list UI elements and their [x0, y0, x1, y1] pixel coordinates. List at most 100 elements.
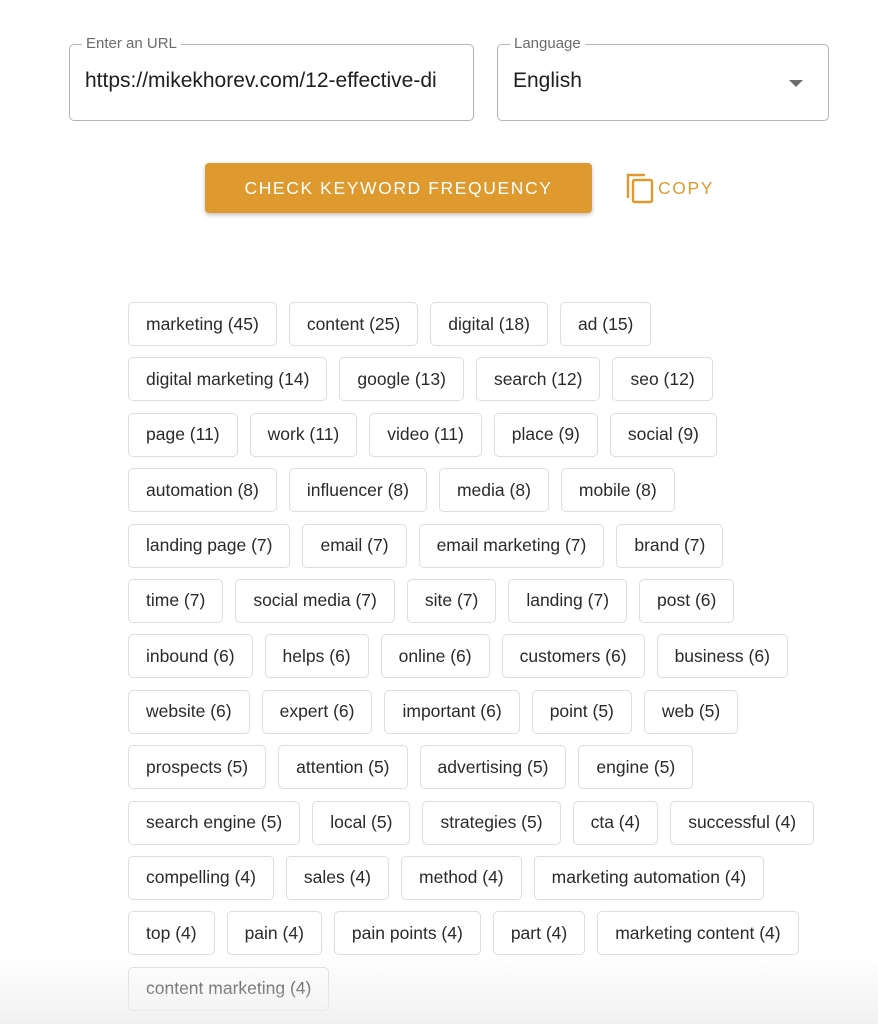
copy-button[interactable]: COPY — [626, 172, 714, 204]
keyword-chip[interactable]: online (6) — [380, 634, 490, 679]
dropdown-arrow-icon[interactable] — [789, 80, 803, 87]
copy-icon — [626, 172, 656, 204]
keyword-frequency-page: Enter an URL Language English CHECK KEYW… — [0, 0, 878, 1024]
keyword-chip[interactable]: page (11) — [128, 412, 238, 457]
keyword-chip[interactable]: website (6) — [128, 689, 250, 734]
keyword-chip[interactable]: helps (6) — [264, 634, 369, 679]
keyword-chip[interactable]: landing (7) — [508, 578, 628, 623]
keyword-chip[interactable]: brand (7) — [616, 523, 724, 568]
keyword-chip[interactable]: attention (5) — [278, 745, 408, 790]
check-keyword-frequency-button[interactable]: CHECK KEYWORD FREQUENCY — [205, 163, 592, 213]
keyword-chip-label: online (6) — [398, 645, 472, 666]
keyword-chip[interactable]: compelling (4) — [128, 855, 274, 900]
keyword-chip-label: successful (4) — [688, 812, 797, 833]
keyword-chip-label: mobile (8) — [578, 479, 657, 500]
keyword-chip-label: marketing content (4) — [615, 922, 781, 943]
keyword-chip[interactable]: landing page (7) — [128, 523, 291, 568]
keyword-chip[interactable]: social media (7) — [235, 578, 395, 623]
keyword-chip[interactable]: work (11) — [249, 412, 358, 457]
keyword-chip[interactable]: point (5) — [531, 689, 632, 734]
keyword-chip[interactable]: search engine (5) — [128, 800, 301, 845]
keyword-chip-label: time (7) — [146, 590, 206, 611]
keyword-chip-label: attention (5) — [296, 756, 390, 777]
keyword-chip[interactable]: successful (4) — [670, 800, 815, 845]
keyword-chip-label: marketing automation (4) — [551, 867, 747, 888]
keyword-chip[interactable]: search (12) — [475, 357, 601, 402]
keyword-chip[interactable]: inbound (6) — [128, 634, 253, 679]
keyword-chip-label: social (9) — [627, 424, 699, 445]
keyword-chip-label: strategies (5) — [440, 812, 543, 833]
copy-button-label: COPY — [658, 177, 714, 198]
keyword-chip[interactable]: post (6) — [639, 578, 735, 623]
keyword-chip[interactable]: digital marketing (14) — [128, 357, 328, 402]
keyword-chip[interactable]: content marketing (4) — [128, 966, 330, 1011]
keyword-chip[interactable]: google (13) — [339, 357, 464, 402]
keyword-chip-label: landing page (7) — [146, 535, 273, 556]
keyword-chip-label: content marketing (4) — [146, 978, 312, 999]
keyword-chip-label: ad (15) — [577, 313, 634, 334]
keyword-chip[interactable]: media (8) — [438, 468, 549, 513]
language-selected-value: English — [513, 69, 582, 92]
keyword-chip[interactable]: pain points (4) — [333, 911, 481, 956]
keyword-chip[interactable]: web (5) — [643, 689, 739, 734]
keyword-chip[interactable]: marketing content (4) — [597, 911, 799, 956]
keyword-chip-label: helps (6) — [282, 645, 351, 666]
keyword-chip-label: local (5) — [330, 812, 393, 833]
keyword-chip-label: automation (8) — [146, 479, 259, 500]
keyword-chip-label: post (6) — [657, 590, 717, 611]
keyword-chip-label: expert (6) — [279, 701, 355, 722]
keyword-chip-label: search engine (5) — [146, 812, 283, 833]
url-field[interactable]: Enter an URL — [69, 35, 474, 121]
keyword-chip[interactable]: site (7) — [406, 578, 497, 623]
keyword-chip[interactable]: social (9) — [609, 412, 717, 457]
keyword-chip-label: point (5) — [549, 701, 614, 722]
keyword-chip[interactable]: ad (15) — [559, 302, 652, 346]
keyword-chip-label: media (8) — [456, 479, 531, 500]
keyword-chip[interactable]: mobile (8) — [560, 468, 675, 513]
keyword-chip-label: customers (6) — [519, 645, 627, 666]
keyword-chip-label: work (11) — [267, 424, 340, 445]
keyword-chip[interactable]: part (4) — [492, 911, 586, 956]
keyword-chip-label: part (4) — [510, 922, 568, 943]
keyword-chip[interactable]: method (4) — [401, 855, 522, 900]
keyword-chip-label: content (25) — [306, 313, 401, 334]
keyword-chip[interactable]: time (7) — [128, 578, 224, 623]
keyword-chip[interactable]: strategies (5) — [422, 800, 561, 845]
keyword-chip[interactable]: sales (4) — [285, 855, 390, 900]
keyword-chip[interactable]: important (6) — [384, 689, 520, 734]
keyword-chip-label: cta (4) — [590, 812, 641, 833]
keyword-chip-label: top (4) — [146, 922, 197, 943]
keyword-chip[interactable]: video (11) — [369, 412, 482, 457]
keyword-chip[interactable]: digital (18) — [430, 302, 548, 346]
keyword-chip-label: pain (4) — [244, 922, 304, 943]
keyword-chip[interactable]: email marketing (7) — [418, 523, 605, 568]
keyword-chip[interactable]: customers (6) — [501, 634, 645, 679]
keyword-chip[interactable]: top (4) — [128, 911, 215, 956]
keyword-chip[interactable]: seo (12) — [612, 357, 713, 402]
keyword-chip-label: business (6) — [674, 645, 770, 666]
keyword-chip-label: website (6) — [146, 701, 232, 722]
keyword-chip[interactable]: engine (5) — [578, 745, 694, 790]
keyword-chip[interactable]: place (9) — [493, 412, 598, 457]
keyword-chip-label: prospects (5) — [146, 756, 249, 777]
keyword-chip[interactable]: local (5) — [312, 800, 411, 845]
keyword-chip[interactable]: marketing automation (4) — [533, 855, 765, 900]
url-input[interactable] — [85, 69, 461, 93]
keyword-chip-label: web (5) — [661, 701, 721, 722]
keyword-chip[interactable]: email (7) — [302, 523, 407, 568]
keyword-chip[interactable]: content (25) — [288, 302, 419, 346]
keyword-chip[interactable]: prospects (5) — [128, 745, 267, 790]
keyword-chip-label: email (7) — [320, 535, 389, 556]
keyword-chip[interactable]: marketing (45) — [128, 302, 277, 346]
keyword-chip[interactable]: automation (8) — [128, 468, 277, 513]
keyword-chip-label: digital marketing (14) — [146, 368, 310, 389]
keyword-chip-label: influencer (8) — [306, 479, 409, 500]
keyword-chip[interactable]: business (6) — [656, 634, 788, 679]
keyword-chip-label: social media (7) — [253, 590, 377, 611]
keyword-chip[interactable]: advertising (5) — [419, 745, 567, 790]
keyword-chip[interactable]: pain (4) — [226, 911, 322, 956]
keyword-chip[interactable]: influencer (8) — [288, 468, 427, 513]
keyword-chip[interactable]: cta (4) — [572, 800, 659, 845]
language-select[interactable]: Language English — [497, 35, 829, 121]
keyword-chip[interactable]: expert (6) — [261, 689, 373, 734]
